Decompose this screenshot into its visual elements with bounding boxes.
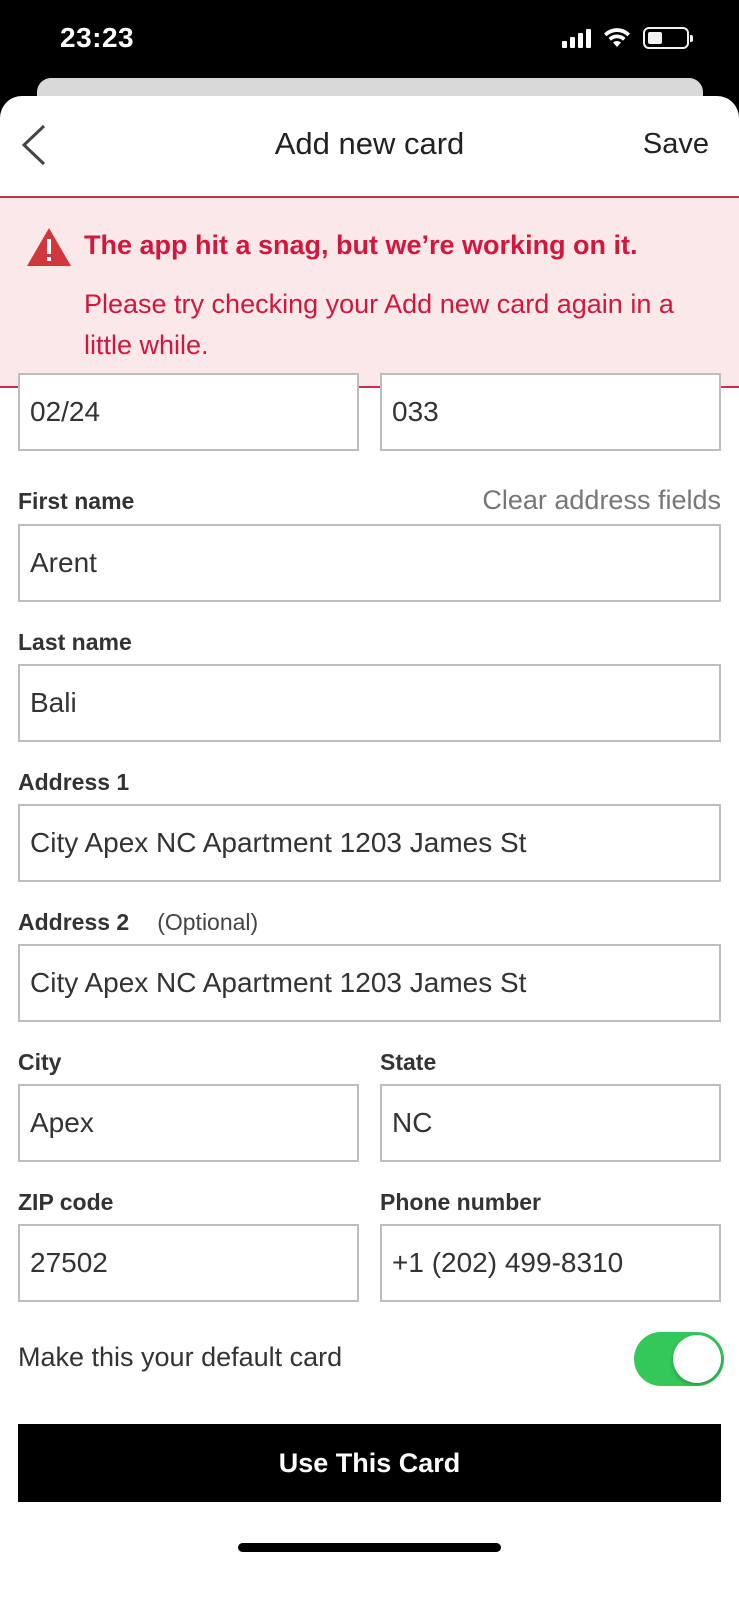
- default-card-toggle[interactable]: [634, 1332, 724, 1386]
- home-indicator: [238, 1543, 501, 1552]
- first-name-field[interactable]: Arent: [18, 524, 721, 602]
- cellular-signal-icon: [562, 28, 591, 48]
- status-bar: 23:23: [0, 0, 739, 80]
- address2-label: Address 2 (Optional): [18, 909, 258, 936]
- save-button[interactable]: Save: [643, 128, 709, 161]
- error-banner: The app hit a snag, but we’re working on…: [0, 196, 739, 388]
- error-title: The app hit a snag, but we’re working on…: [84, 230, 638, 260]
- status-icons: [562, 27, 693, 49]
- address1-field[interactable]: City Apex NC Apartment 1203 James St: [18, 804, 721, 882]
- first-name-label: First name: [18, 488, 135, 514]
- add-card-sheet: Add new card Save The app hit a snag, bu…: [0, 96, 739, 1600]
- battery-icon: [643, 27, 693, 49]
- cvv-field[interactable]: 033: [380, 373, 721, 451]
- status-time: 23:23: [60, 22, 135, 53]
- address2-label-text: Address 2: [18, 909, 130, 935]
- clear-address-link[interactable]: Clear address fields: [482, 485, 721, 516]
- state-field[interactable]: NC: [380, 1084, 721, 1162]
- last-name-field[interactable]: Bali: [18, 664, 721, 742]
- expiry-field[interactable]: 02/24: [18, 373, 359, 451]
- warning-triangle-icon: [27, 228, 71, 266]
- optional-hint: (Optional): [157, 909, 259, 935]
- last-name-label: Last name: [18, 629, 132, 655]
- wifi-icon: [604, 28, 630, 47]
- address2-field[interactable]: City Apex NC Apartment 1203 James St: [18, 944, 721, 1022]
- default-card-label: Make this your default card: [18, 1342, 343, 1372]
- city-label: City: [18, 1049, 62, 1075]
- toggle-knob: [673, 1335, 721, 1383]
- page-title: Add new card: [274, 126, 465, 161]
- city-field[interactable]: Apex: [18, 1084, 359, 1162]
- zip-label: ZIP code: [18, 1189, 114, 1215]
- state-label: State: [380, 1049, 437, 1075]
- nav-bar: Add new card Save: [0, 96, 739, 196]
- phone-label: Phone number: [380, 1189, 542, 1215]
- use-this-card-button[interactable]: Use This Card: [18, 1424, 721, 1502]
- phone-field[interactable]: +1 (202) 499-8310: [380, 1224, 721, 1302]
- address1-label: Address 1: [18, 769, 130, 795]
- zip-field[interactable]: 27502: [18, 1224, 359, 1302]
- error-message: Please try checking your Add new card ag…: [84, 289, 674, 360]
